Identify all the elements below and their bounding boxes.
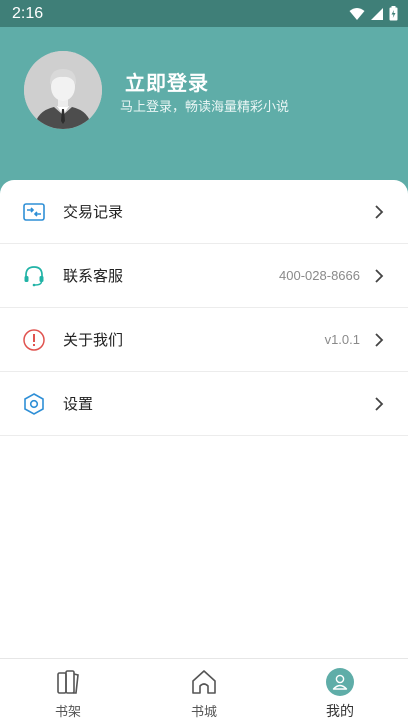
tab-bookshelf[interactable]: 书架	[0, 659, 136, 725]
bookshelf-icon	[57, 670, 79, 694]
chevron-right-icon	[375, 397, 384, 411]
avatar[interactable]	[24, 51, 102, 129]
status-time: 2:16	[12, 4, 44, 22]
signal-icon	[371, 7, 383, 20]
settings-hexagon-icon	[24, 393, 44, 415]
chevron-right-icon	[375, 333, 384, 347]
tab-label-mine: 我的	[326, 704, 354, 720]
chevron-right-icon	[375, 205, 384, 219]
chevron-right-icon	[375, 269, 384, 283]
menu-card: 交易记录 联系客服 400-028-8666 关于我们 v1.0.1 设置	[0, 180, 408, 658]
menu-item-customer-service[interactable]: 联系客服 400-028-8666	[0, 244, 408, 308]
service-phone-number: 400-028-8666	[279, 268, 360, 283]
tab-label-bookshelf: 书架	[54, 705, 81, 720]
login-subtitle: 马上登录，畅读海量精彩小说	[120, 100, 290, 115]
profile-header: 立即登录 马上登录，畅读海量精彩小说	[0, 27, 408, 197]
battery-icon	[389, 6, 398, 21]
wifi-icon	[349, 7, 365, 20]
status-icons	[349, 6, 398, 21]
menu-item-settings[interactable]: 设置	[0, 372, 408, 436]
default-avatar-icon	[24, 51, 102, 129]
menu-item-transactions[interactable]: 交易记录	[0, 180, 408, 244]
menu-label-about-us: 关于我们	[63, 331, 124, 349]
menu-label-transactions: 交易记录	[63, 203, 124, 221]
user-icon	[326, 668, 354, 696]
tab-label-bookstore: 书城	[190, 705, 217, 720]
transaction-icon	[23, 203, 45, 221]
info-icon	[23, 329, 45, 351]
headset-icon	[24, 266, 44, 287]
menu-label-customer-service: 联系客服	[63, 267, 124, 285]
login-title[interactable]: 立即登录	[125, 67, 209, 96]
home-icon	[192, 670, 216, 694]
tab-mine[interactable]: 我的	[272, 659, 408, 725]
tab-bookstore[interactable]: 书城	[136, 659, 272, 725]
menu-label-settings: 设置	[63, 395, 94, 413]
menu-item-about-us[interactable]: 关于我们 v1.0.1	[0, 308, 408, 372]
status-bar: 2:16	[0, 0, 408, 27]
bottom-tab-bar: 书架 书城 我的	[0, 658, 408, 725]
app-version: v1.0.1	[324, 332, 360, 347]
